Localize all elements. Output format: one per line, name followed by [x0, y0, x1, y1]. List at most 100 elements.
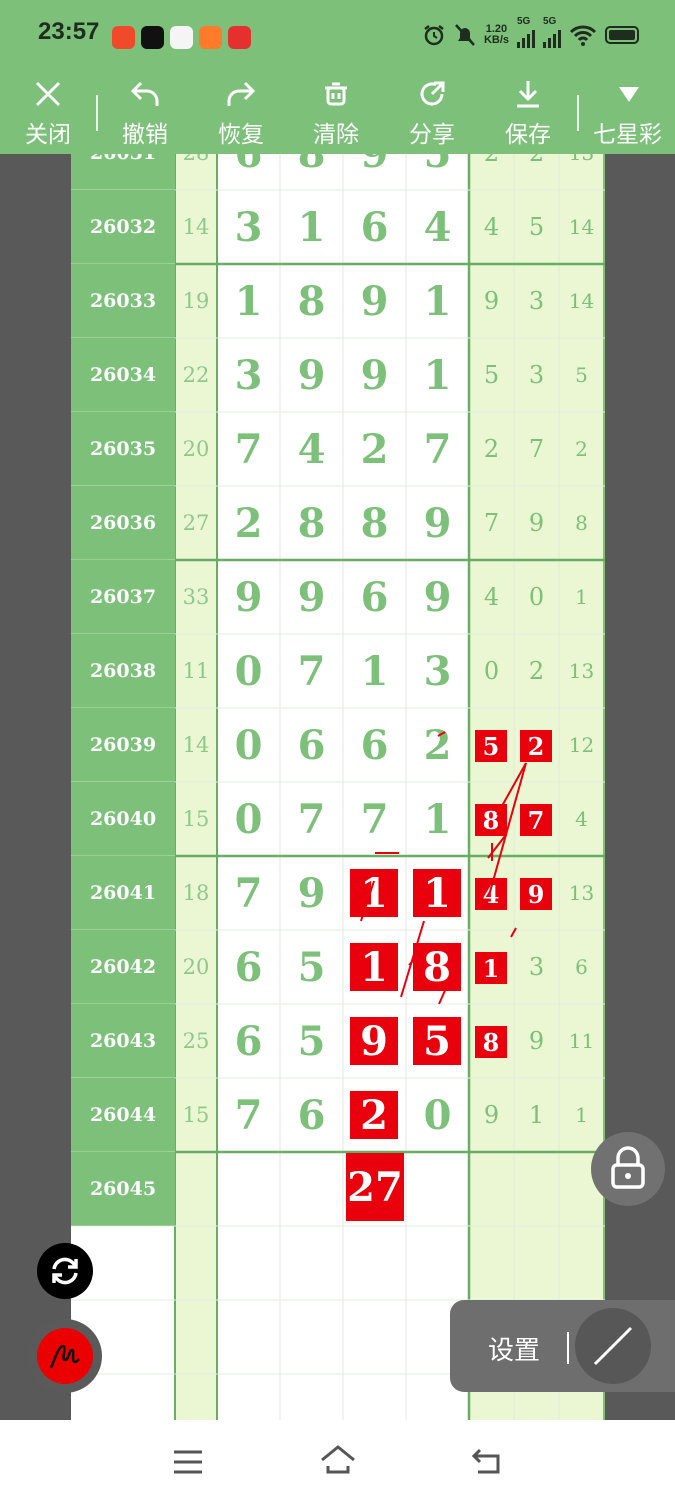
settings-divider: [567, 1332, 569, 1364]
digit-cell: 4: [297, 425, 326, 473]
digit-cell: 9: [297, 351, 326, 399]
tail-cell: 14: [568, 289, 595, 313]
pen-color-swatch: [37, 1328, 93, 1384]
digit-cell: 5: [406, 154, 469, 190]
close-label: 关闭: [25, 122, 71, 148]
settings-panel: 设置: [450, 1300, 675, 1392]
digit-cell: 1: [234, 277, 263, 325]
period-cell: 26031: [71, 154, 175, 190]
notification-app-icons: [112, 26, 251, 49]
sync-button[interactable]: [37, 1243, 93, 1299]
digit-cell: 4: [423, 203, 452, 251]
digit-cell: 0: [234, 795, 263, 843]
tail-cell: 2: [528, 657, 545, 685]
share-icon: [420, 81, 445, 106]
period-cell: 26041: [71, 856, 175, 930]
close-button[interactable]: 关闭: [8, 75, 88, 154]
sync-icon: [52, 1257, 78, 1285]
digit-cell: 0: [234, 647, 263, 695]
save-button[interactable]: 保存: [488, 75, 568, 154]
period-cell: 26045: [71, 1152, 175, 1226]
tail-cell: 13: [559, 154, 604, 190]
digit-cell: 9: [423, 573, 452, 621]
tail-cell: 2: [469, 154, 514, 190]
period-cell: 26033: [71, 264, 175, 338]
tail-cell: 2: [514, 154, 559, 190]
digit-cell: 6: [297, 1091, 326, 1139]
tail-cell: 8: [575, 511, 588, 535]
clear-label: 清除: [313, 122, 359, 148]
marked-tail: 4: [475, 878, 507, 910]
wifi-icon: [569, 25, 597, 46]
status-time: 23:57: [38, 18, 100, 45]
digit-cell: 6: [217, 154, 280, 190]
digit-cell: 0: [234, 721, 263, 769]
marked-tail: 2: [520, 730, 552, 762]
sum-cell: 20: [182, 955, 210, 979]
sum-cell: 28: [175, 154, 217, 190]
period-cell: 26039: [71, 708, 175, 782]
net-speed: 1.20 KB/s: [483, 23, 509, 46]
clear-button[interactable]: 清除: [296, 75, 376, 154]
digit-cell: 8: [297, 277, 326, 325]
share-label: 分享: [409, 122, 455, 148]
digit-cell: 7: [234, 869, 263, 917]
line-tool-button[interactable]: [575, 1308, 651, 1384]
digit-cell: 9: [423, 499, 452, 547]
digit-cell: [406, 1152, 469, 1226]
tail-cell: 14: [568, 215, 595, 239]
digit-cell: 7: [297, 795, 326, 843]
battery-icon: [605, 26, 639, 44]
app-icon: [112, 26, 135, 49]
digit-cell: 6: [360, 573, 389, 621]
undo-button[interactable]: 撤销: [105, 75, 185, 154]
redo-button[interactable]: 恢复: [201, 75, 281, 154]
pen-tool-button[interactable]: [28, 1319, 102, 1393]
home-icon[interactable]: [318, 1442, 358, 1478]
tail-cell: 3: [528, 361, 545, 389]
app-icon: [228, 26, 251, 49]
toolbar-divider: [96, 95, 98, 131]
digit-cell: 2: [423, 721, 452, 769]
lottery-type-dropdown[interactable]: 七星彩: [585, 75, 670, 154]
tail-cell: 2: [483, 435, 500, 463]
period-cell: 26042: [71, 930, 175, 1004]
status-bar: 23:57 1.20 KB/s 5G 5G: [0, 0, 675, 75]
digit-cell: 7: [234, 425, 263, 473]
sum-cell: 14: [182, 733, 210, 757]
app-icon: [170, 26, 193, 49]
period-cell: 26035: [71, 412, 175, 486]
back-icon[interactable]: [470, 1444, 506, 1480]
tail-cell: [514, 1152, 559, 1226]
sum-cell: [175, 1152, 217, 1226]
line-tool-icon: [593, 1326, 633, 1366]
lottery-type-label: 七星彩: [593, 122, 662, 148]
sum-cell: 11: [182, 659, 210, 683]
tail-cell: 1: [575, 585, 588, 609]
marked-digit: 2: [350, 1091, 398, 1139]
marked-digit: 5: [413, 1017, 461, 1065]
sum-cell: 25: [182, 1029, 210, 1053]
digit-cell: 6: [360, 721, 389, 769]
lock-button[interactable]: [591, 1132, 665, 1206]
digit-cell: 9: [360, 277, 389, 325]
digit-cell: 1: [423, 795, 452, 843]
redo-label: 恢复: [218, 122, 264, 148]
share-button[interactable]: 分享: [392, 75, 472, 154]
signal-strength-2: 5G: [543, 16, 561, 48]
tail-cell: 6: [575, 955, 588, 979]
tail-cell: 1: [528, 1101, 545, 1129]
marked-digit: 1: [413, 869, 461, 917]
menu-icon[interactable]: [170, 1444, 206, 1480]
digit-cell: 9: [297, 869, 326, 917]
prediction-mark: 27: [346, 1153, 404, 1221]
trend-chart[interactable]: 2603128689522132603214316445142603319189…: [71, 154, 605, 1420]
digit-cell: 6: [297, 721, 326, 769]
save-label: 保存: [505, 122, 551, 148]
settings-button[interactable]: 设置: [488, 1330, 540, 1367]
digit-cell: 7: [297, 647, 326, 695]
triangle-down-icon: [619, 87, 639, 102]
digit-cell: 1: [423, 277, 452, 325]
digit-cell: 9: [343, 154, 406, 190]
close-icon: [35, 81, 61, 107]
